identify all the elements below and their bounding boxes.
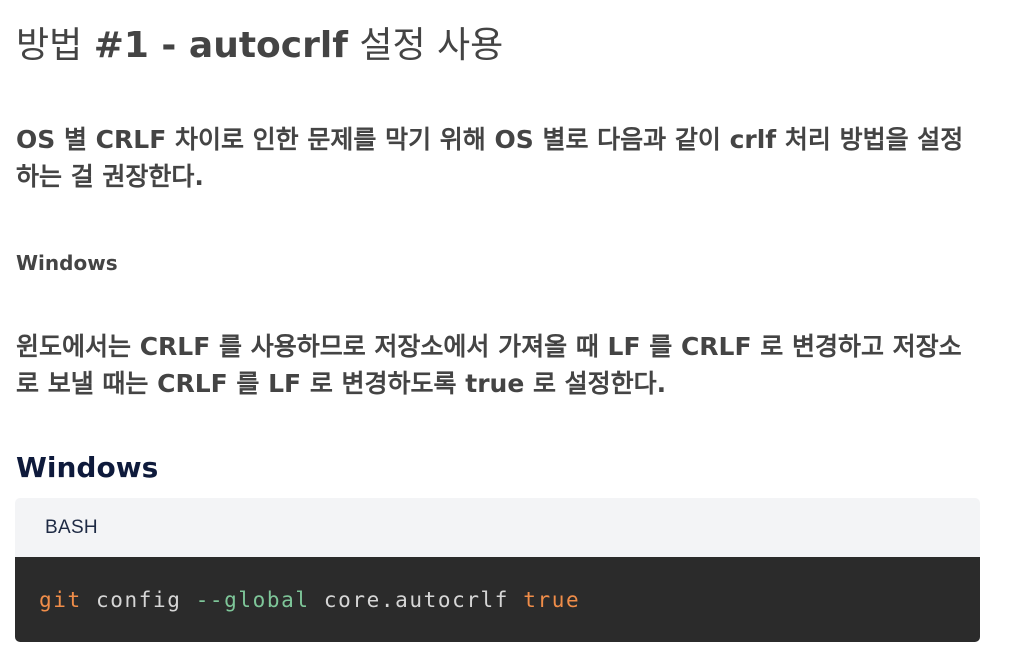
windows-description: 윈도에서는 CRLF 를 사용하므로 저장소에서 가져올 때 LF 를 CRLF… [16,332,962,398]
code-language-label: BASH [15,498,980,557]
page-title-bold: #1 - autocrlf [93,25,348,66]
code-block: BASH git config --global core.autocrlf t… [15,498,980,642]
lead-paragraph: OS 별 CRLF 차이로 인한 문제를 막기 위해 OS 별로 다음과 같이 … [16,125,964,191]
windows-section-heading: Windows [16,451,159,484]
page-title-prefix: 방법 [16,25,94,66]
code-token-text: config [81,587,196,612]
code-token-text: core.autocrlf [309,587,524,612]
code-token-flag: --global [195,587,310,612]
code-token-value: true [523,587,581,612]
code-token-command: git [39,587,82,612]
page-title: 방법 #1 - autocrlf 설정 사용 [16,22,503,70]
page-title-suffix: 설정 사용 [347,25,504,66]
code-content[interactable]: git config --global core.autocrlf true [15,557,980,642]
windows-subheading: Windows [16,251,118,275]
